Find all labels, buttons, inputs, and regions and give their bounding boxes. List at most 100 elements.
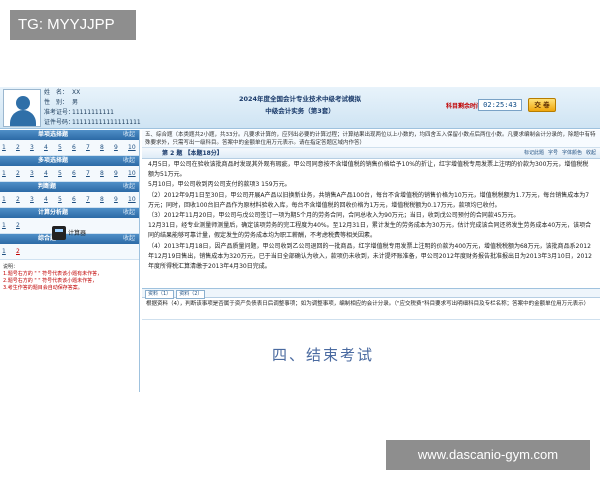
question-link[interactable]: 1	[2, 195, 14, 205]
question-link[interactable]: 5	[58, 169, 70, 179]
question-paragraph: 12月31日，经专业测量师测量后，确定该项劳务的完工程度为40%。至12月31日…	[148, 222, 592, 240]
question-link[interactable]: 3	[30, 195, 42, 205]
question-link[interactable]: 3	[30, 143, 42, 153]
question-link[interactable]: 7	[86, 195, 98, 205]
collapse-button[interactable]: 收起	[586, 150, 596, 156]
question-link[interactable]: 5	[58, 143, 70, 153]
info-key: 证件号码：	[44, 119, 75, 126]
collapse-toggle[interactable]: 收起	[123, 234, 135, 244]
question-navigator: 单项选择题 收起 1 2 3 4 5 6 7 8 9 10 多项选择题 收起 1 2 3 4 5 6 7 8 9 10 …	[0, 130, 140, 392]
question-link[interactable]: 2	[16, 169, 28, 179]
legend-line: 3.考生作答的题目会自动保存答案。	[3, 285, 83, 291]
question-paragraph: （4）2013年1月18日，因产品质量问题，甲公司收到乙公司退回的一批商品，红字…	[148, 242, 592, 271]
question-link[interactable]: 8	[100, 195, 112, 205]
section-single-choice[interactable]: 单项选择题 收起	[0, 130, 139, 140]
question-paragraph: 4月5日，甲公司在验收该批商品时发现其外观有瑕疵，甲公司同意按不含增值税的销售价…	[148, 161, 589, 179]
question-link[interactable]: 1	[2, 169, 14, 179]
info-gender: 性 别：男	[44, 98, 194, 108]
info-value: 男	[72, 99, 79, 106]
question-link[interactable]: 10	[128, 169, 140, 179]
question-link[interactable]: 7	[86, 169, 98, 179]
question-link[interactable]: 1	[2, 221, 14, 231]
exam-title: 2024年度全国会计专业技术中级考试模拟 中级会计实务（第3套）	[205, 93, 395, 117]
question-link[interactable]: 6	[72, 195, 84, 205]
countdown-timer: 02:25:43	[478, 99, 522, 111]
question-link-current[interactable]: 2	[16, 247, 28, 257]
section-multiple-choice-items: 1 2 3 4 5 6 7 8 9 10	[0, 166, 139, 182]
calculator-button[interactable]: 计算器	[52, 226, 92, 240]
collapse-toggle[interactable]: 收起	[123, 156, 135, 166]
question-link[interactable]: 4	[44, 169, 56, 179]
info-exam-id: 准考证号：11111111111	[44, 108, 194, 118]
section-title: 计算分析题	[38, 209, 69, 216]
question-paragraph: （2）2012年9月1日至30日，甲公司开展A产品以旧换新业务，共销售A产品10…	[148, 191, 590, 209]
question-link[interactable]: 6	[72, 143, 84, 153]
answer-prompt[interactable]: 根据资料（4），判断该事项是否属于资产负债表日后调整事项；如为调整事项，编制相应…	[142, 298, 600, 320]
question-link[interactable]: 8	[100, 169, 112, 179]
section-calculation[interactable]: 计算分析题 收起	[0, 208, 139, 218]
avatar	[3, 89, 41, 127]
material-tabs: 资料（1） 资料（2）	[142, 289, 600, 299]
exam-title-line1: 2024年度全国会计专业技术中级考试模拟	[238, 95, 362, 103]
question-link[interactable]: 1	[2, 143, 14, 153]
section-title: 判断题	[38, 183, 57, 190]
exam-title-line2: 中级会计实务（第3套）	[265, 107, 335, 115]
end-exam-area: 四、结束考试	[142, 330, 600, 392]
question-link[interactable]: 2	[16, 195, 28, 205]
question-link[interactable]: 7	[86, 143, 98, 153]
question-link[interactable]: 10	[128, 143, 140, 153]
watermark-tag: TG: MYYJJPP	[10, 10, 136, 40]
legend-line: 2.题号右方的 " " 符号代表该小题未作答，	[3, 278, 98, 284]
question-link[interactable]: 8	[100, 143, 112, 153]
collapse-toggle[interactable]: 收起	[123, 182, 135, 192]
font-color-button[interactable]: 字体颜色	[562, 150, 582, 156]
question-number: 第 2 题 【本题18分】	[162, 150, 223, 157]
question-link[interactable]: 4	[44, 143, 56, 153]
question-link[interactable]: 1	[2, 247, 14, 257]
legend-title: 说明：	[3, 264, 19, 270]
section-comprehensive-items: 12	[0, 244, 139, 260]
question-link[interactable]: 9	[114, 143, 126, 153]
exam-header: 姓 名： XX 性 别：男 准考证号：11111111111 证件号码：11111…	[0, 87, 600, 129]
section-true-false-items: 1 2 3 4 5 6 7 8 9 10	[0, 192, 139, 208]
calculator-label: 计算器	[68, 230, 87, 237]
question-link[interactable]: 5	[58, 195, 70, 205]
collapse-toggle[interactable]: 收起	[123, 130, 135, 140]
question-link[interactable]: 9	[114, 169, 126, 179]
question-link[interactable]: 6	[72, 169, 84, 179]
question-panel: 五、综合题（本类题共2小题，共33分。凡要求计算的，应列出必要的计算过程；计算结…	[142, 130, 600, 392]
info-key: 准考证号：	[44, 109, 75, 116]
section-single-choice-items: 1 2 3 4 5 6 7 8 9 10	[0, 140, 139, 156]
question-link[interactable]: 2	[16, 221, 28, 231]
question-paragraph: 5月10日，甲公司收到丙公司支付的款项3 159万元。	[148, 181, 291, 189]
question-link[interactable]: 9	[114, 195, 126, 205]
question-link[interactable]: 10	[128, 195, 140, 205]
question-link[interactable]: 4	[44, 195, 56, 205]
section-title: 多项选择题	[38, 157, 69, 164]
avatar-head	[16, 96, 30, 110]
flag-question-button[interactable]: 标记此题	[524, 150, 544, 156]
calculator-icon	[52, 226, 66, 240]
collapse-toggle[interactable]: 收起	[123, 208, 135, 218]
question-tools: 标记此题 字号 字体颜色 收起	[520, 148, 596, 159]
info-name: 姓 名： XX	[44, 88, 194, 98]
info-id-number: 证件号码：111111111111111111	[44, 118, 194, 128]
question-body: 4月5日，甲公司在验收该批商品时发现其外观有瑕疵，甲公司同意按不含增值税的销售价…	[142, 159, 600, 289]
question-header: 第 2 题 【本题18分】 标记此题 字号 字体颜色 收起	[142, 148, 600, 159]
section-title: 单项选择题	[38, 131, 69, 138]
info-key: 性 别：	[44, 99, 69, 106]
section-multiple-choice[interactable]: 多项选择题 收起	[0, 156, 139, 166]
submit-exam-button[interactable]: 交 卷	[528, 98, 556, 112]
font-size-button[interactable]: 字号	[548, 150, 558, 156]
question-link[interactable]: 2	[16, 143, 28, 153]
question-link[interactable]: 3	[30, 169, 42, 179]
section-true-false[interactable]: 判断题 收起	[0, 182, 139, 192]
legend-line: 1.题号右方的 " " 符号代表该小题有未作答，	[3, 271, 103, 277]
candidate-info: 姓 名： XX 性 别：男 准考证号：11111111111 证件号码：11111…	[44, 88, 194, 128]
material-tab-2[interactable]: 资料（2）	[176, 290, 206, 299]
section-instructions: 五、综合题（本类题共2小题，共33分。凡要求计算的，应列出必要的计算过程；计算结…	[142, 130, 600, 148]
info-value: 11111111111	[72, 109, 114, 116]
end-exam-link[interactable]: 四、结束考试	[272, 344, 374, 365]
material-tab-1[interactable]: 资料（1）	[145, 290, 175, 299]
info-value: XX	[72, 89, 81, 96]
